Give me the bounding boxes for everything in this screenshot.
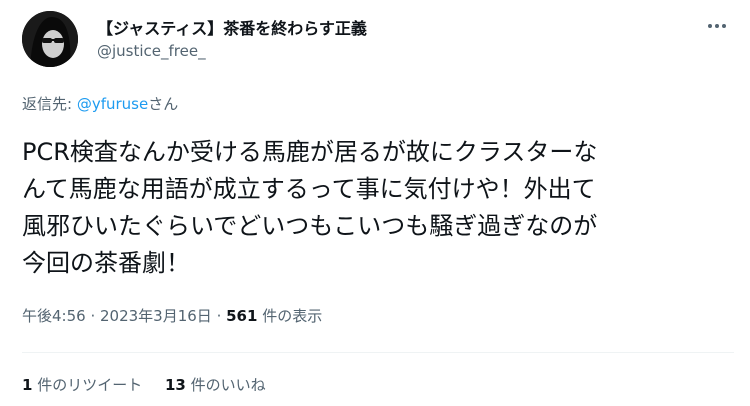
meta-separator: · bbox=[85, 307, 100, 325]
retweets-label: 件のリツイート bbox=[32, 376, 143, 394]
reply-suffix: さん bbox=[148, 95, 179, 113]
more-button[interactable] bbox=[704, 13, 730, 39]
tweet-card: 【ジャスティス】茶番を終わらす正義 @justice_free_ 返信先: @y… bbox=[0, 0, 750, 406]
username[interactable]: @justice_free_ bbox=[97, 42, 206, 60]
avatar-image bbox=[22, 11, 78, 67]
views-count: 561 bbox=[226, 307, 258, 325]
meta-separator: · bbox=[211, 307, 227, 325]
more-dots-icon bbox=[708, 24, 726, 28]
divider bbox=[22, 352, 734, 353]
reply-mention-link[interactable]: @yfuruse bbox=[77, 95, 148, 113]
retweets-count: 1 bbox=[22, 376, 33, 394]
reply-to-line: 返信先: @yfuruseさん bbox=[22, 93, 178, 114]
likes-label: 件のいいね bbox=[185, 376, 266, 394]
likes-stat[interactable]: 13 件のいいね bbox=[165, 376, 266, 394]
reply-prefix: 返信先: bbox=[22, 95, 77, 113]
likes-count: 13 bbox=[165, 376, 186, 394]
tweet-text: PCR検査なんか受ける馬鹿が居るが故にクラスターな んて馬鹿な用語が成立するって… bbox=[22, 138, 598, 277]
tweet-date[interactable]: 2023年3月16日 bbox=[100, 307, 212, 325]
retweets-stat[interactable]: 1 件のリツイート bbox=[22, 376, 142, 394]
views-label: 件の表示 bbox=[257, 307, 323, 325]
avatar[interactable] bbox=[22, 11, 78, 67]
tweet-stats: 1 件のリツイート 13 件のいいね bbox=[22, 374, 284, 395]
display-name[interactable]: 【ジャスティス】茶番を終わらす正義 bbox=[97, 15, 367, 39]
tweet-meta: 午後4:56 · 2023年3月16日 · 561 件の表示 bbox=[22, 305, 322, 326]
tweet-time[interactable]: 午後4:56 bbox=[22, 307, 86, 325]
